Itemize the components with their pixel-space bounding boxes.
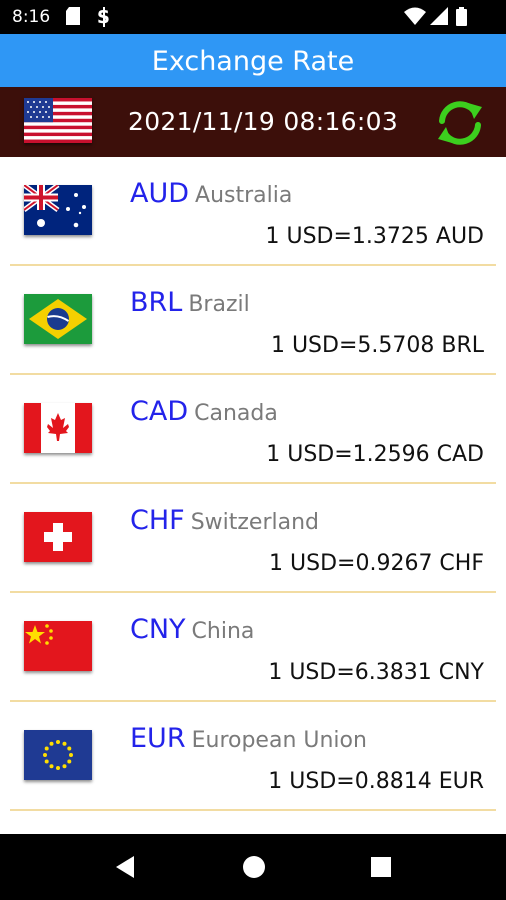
exchange-rate: 1 USD=1.2596 CAD — [266, 442, 484, 467]
currency-code: AUD Australia — [130, 178, 293, 209]
rate-row-cad[interactable]: CAD Canada 1 USD=1.2596 CAD — [0, 375, 506, 484]
currency-code: EUR European Union — [130, 723, 367, 754]
currency-code: BRL Brazil — [130, 287, 250, 318]
rate-row-eur[interactable]: EUR European Union 1 USD=0.8814 EUR — [0, 702, 506, 811]
country-name: European Union — [191, 728, 367, 753]
exchange-rate: 1 USD=1.3725 AUD — [265, 224, 485, 249]
rate-row-aud[interactable]: AUD Australia 1 USD=1.3725 AUD — [0, 157, 506, 266]
home-icon[interactable] — [241, 854, 267, 880]
country-name: Canada — [194, 401, 278, 426]
rate-row-cny[interactable]: CNY China 1 USD=6.3831 CNY — [0, 593, 506, 702]
country-name: Brazil — [188, 292, 250, 317]
country-name: Australia — [195, 183, 293, 208]
rate-row-brl[interactable]: BRL Brazil 1 USD=5.5708 BRL — [0, 266, 506, 375]
system-navigation-bar — [0, 834, 506, 900]
app-title-bar: Exchange Rate — [0, 34, 506, 87]
recents-icon[interactable] — [368, 854, 394, 880]
refresh-icon[interactable] — [434, 97, 486, 149]
exchange-rate: 1 USD=6.3831 CNY — [268, 660, 484, 685]
switzerland-flag-icon — [24, 512, 92, 562]
country-name: Switzerland — [190, 510, 320, 535]
us-flag-icon[interactable] — [24, 98, 92, 143]
eu-flag-icon — [24, 730, 92, 780]
row-divider — [10, 809, 496, 811]
sync-icon: S — [97, 7, 110, 27]
sd-card-icon — [66, 7, 80, 25]
last-updated-datetime: 2021/11/19 08:16:03 — [128, 107, 399, 136]
battery-icon — [456, 7, 467, 26]
exchange-rate: 1 USD=0.9267 CHF — [269, 551, 484, 576]
canada-flag-icon — [24, 403, 92, 453]
currency-code: CHF Switzerland — [130, 505, 320, 536]
rates-list[interactable]: AUD Australia 1 USD=1.3725 AUD BRL Brazil … — [0, 157, 506, 834]
signal-icon — [430, 7, 448, 25]
china-flag-icon — [24, 621, 92, 671]
wifi-icon — [404, 7, 426, 25]
australia-flag-icon — [24, 185, 92, 235]
currency-code: CAD Canada — [130, 396, 278, 427]
country-name: China — [191, 619, 255, 644]
app-title: Exchange Rate — [151, 46, 355, 77]
back-icon[interactable] — [112, 854, 138, 880]
base-currency-header: 2021/11/19 08:16:03 — [0, 87, 506, 157]
currency-code: CNY China — [130, 614, 255, 645]
exchange-rate: 1 USD=0.8814 EUR — [268, 769, 484, 794]
rate-row-chf[interactable]: CHF Switzerland 1 USD=0.9267 CHF — [0, 484, 506, 593]
exchange-rate: 1 USD=5.5708 BRL — [270, 333, 484, 358]
status-bar: 8:16 S — [0, 0, 506, 34]
status-time: 8:16 — [12, 7, 51, 27]
brazil-flag-icon — [24, 294, 92, 344]
